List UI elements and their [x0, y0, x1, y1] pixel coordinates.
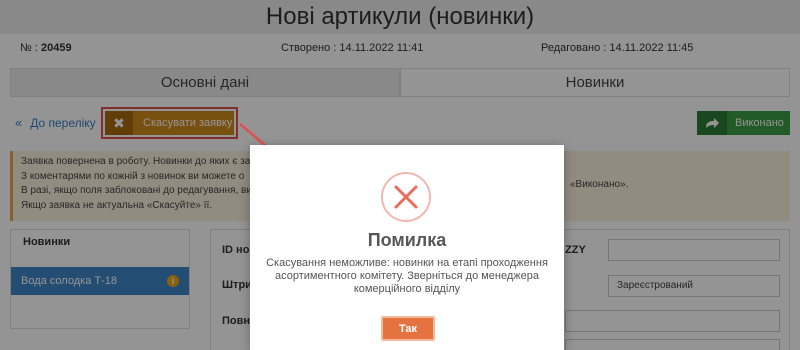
error-dialog: Помилка Скасування неможливе: новинки на…: [250, 145, 564, 350]
error-dialog-title: Помилка: [367, 230, 447, 250]
ok-button[interactable]: Так: [381, 316, 435, 341]
error-x-circle-icon: [381, 172, 431, 222]
error-dialog-message: Скасування неможливе: новинки на етапі п…: [266, 257, 548, 295]
